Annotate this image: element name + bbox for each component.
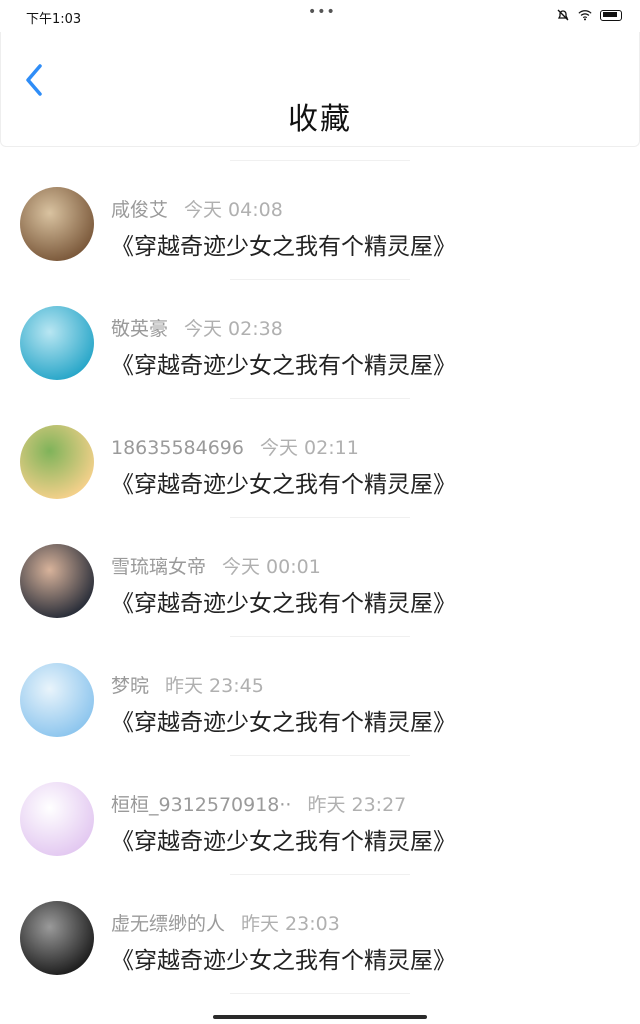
- item-meta: 雪琉璃女帝 今天 00:01: [111, 552, 321, 579]
- battery-icon: [600, 9, 622, 21]
- status-time: 下午1:03: [26, 12, 82, 27]
- avatar[interactable]: [20, 306, 94, 380]
- favorite-item[interactable]: 雪琉璃女帝 今天 00:01 《穿越奇迹少女之我有个精灵屋》: [0, 518, 640, 636]
- item-meta: 桓桓_9312570918·· 昨天 23:27: [111, 790, 406, 817]
- item-meta: 咸俊艾 今天 04:08: [111, 195, 283, 222]
- avatar[interactable]: [20, 901, 94, 975]
- timestamp: 今天 02:38: [184, 318, 283, 340]
- window-dots[interactable]: •••: [308, 4, 336, 20]
- user-name[interactable]: 敬英豪: [111, 318, 168, 340]
- timestamp: 昨天 23:45: [165, 675, 264, 697]
- favorite-title[interactable]: 《穿越奇迹少女之我有个精灵屋》: [111, 703, 456, 737]
- item-meta: 18635584696 今天 02:11: [111, 433, 359, 460]
- favorite-title[interactable]: 《穿越奇迹少女之我有个精灵屋》: [111, 465, 456, 499]
- avatar[interactable]: [20, 187, 94, 261]
- item-meta: 梦晥 昨天 23:45: [111, 671, 264, 698]
- favorite-title[interactable]: 《穿越奇迹少女之我有个精灵屋》: [111, 227, 456, 261]
- user-name[interactable]: 桓桓_9312570918··: [111, 794, 291, 816]
- mute-bell-icon: [557, 9, 569, 21]
- favorite-item[interactable]: 梦晥 昨天 23:45 《穿越奇迹少女之我有个精灵屋》: [0, 637, 640, 755]
- user-name[interactable]: 雪琉璃女帝: [111, 556, 206, 578]
- favorite-item[interactable]: 18635584696 今天 02:11 《穿越奇迹少女之我有个精灵屋》: [0, 399, 640, 517]
- page-title: 收藏: [288, 102, 352, 137]
- avatar[interactable]: [20, 425, 94, 499]
- favorite-item[interactable]: 咸俊艾 今天 04:08 《穿越奇迹少女之我有个精灵屋》: [0, 161, 640, 279]
- favorite-title[interactable]: 《穿越奇迹少女之我有个精灵屋》: [111, 822, 456, 856]
- timestamp: 今天 00:01: [222, 556, 321, 578]
- favorite-item[interactable]: 虚无缥缈的人 昨天 23:03 《穿越奇迹少女之我有个精灵屋》: [0, 875, 640, 993]
- user-name[interactable]: 18635584696: [111, 437, 244, 459]
- avatar[interactable]: [20, 544, 94, 618]
- timestamp: 昨天 23:27: [307, 794, 407, 816]
- avatar[interactable]: [20, 782, 94, 856]
- favorite-title[interactable]: 《穿越奇迹少女之我有个精灵屋》: [111, 584, 456, 618]
- item-meta: 敬英豪 今天 02:38: [111, 314, 283, 341]
- favorite-title[interactable]: 《穿越奇迹少女之我有个精灵屋》: [111, 941, 456, 975]
- user-name[interactable]: 虚无缥缈的人: [111, 913, 225, 935]
- favorite-title[interactable]: 《穿越奇迹少女之我有个精灵屋》: [111, 346, 456, 380]
- status-bar: 下午1:03 •••: [0, 0, 640, 32]
- timestamp: 今天 04:08: [184, 199, 283, 221]
- user-name[interactable]: 咸俊艾: [111, 199, 168, 221]
- home-indicator[interactable]: [213, 1015, 427, 1019]
- user-name[interactable]: 梦晥: [111, 675, 149, 697]
- favorite-item[interactable]: 桓桓_9312570918·· 昨天 23:27 《穿越奇迹少女之我有个精灵屋》: [0, 756, 640, 874]
- wifi-icon: [578, 10, 592, 21]
- item-meta: 虚无缥缈的人 昨天 23:03: [111, 909, 340, 936]
- timestamp: 昨天 23:03: [241, 913, 340, 935]
- list-divider: [230, 993, 410, 994]
- favorite-item[interactable]: 敬英豪 今天 02:38 《穿越奇迹少女之我有个精灵屋》: [0, 280, 640, 398]
- favorites-list: 咸俊艾 今天 04:08 《穿越奇迹少女之我有个精灵屋》 敬英豪 今天 02:38 《穿越…: [0, 160, 640, 994]
- avatar[interactable]: [20, 663, 94, 737]
- status-icons: [556, 8, 622, 22]
- timestamp: 今天 02:11: [259, 437, 359, 459]
